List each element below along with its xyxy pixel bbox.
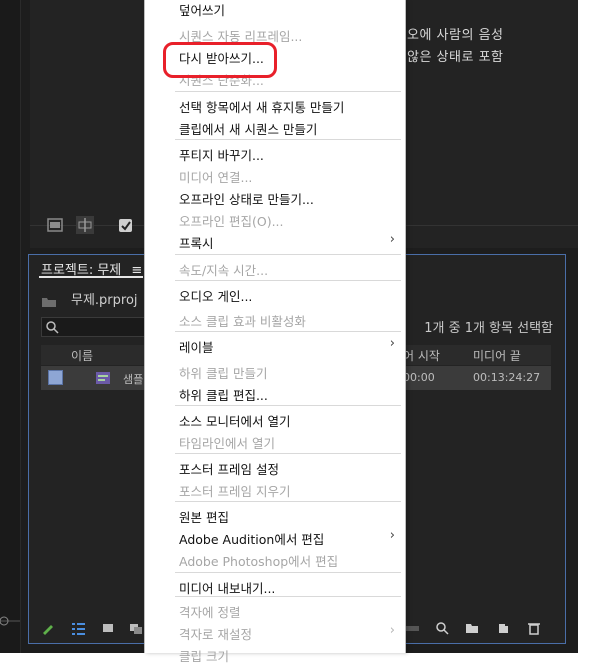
menu-item-label: 하위 클립 편집... xyxy=(179,388,268,403)
insert-icon[interactable] xyxy=(46,216,64,234)
menu-item-label: 하위 클립 만들기 xyxy=(179,366,268,381)
menu-item[interactable]: 오프라인 상태로 만들기... xyxy=(145,187,405,207)
menu-item-label: 속도/지속 시간... xyxy=(179,263,269,278)
menu-item-label: 미디어 연결... xyxy=(179,170,253,185)
label-color-chip xyxy=(48,370,63,385)
menu-item[interactable]: 푸티지 바꾸기... xyxy=(145,143,405,163)
zoom-slider-handle[interactable] xyxy=(0,612,20,630)
menu-separator xyxy=(175,501,401,502)
menu-item-label: 푸티지 바꾸기... xyxy=(179,148,264,163)
menu-item[interactable]: 덮어쓰기 xyxy=(145,0,405,18)
menu-item: Adobe Photoshop에서 편집 xyxy=(145,549,405,569)
menu-item-label: 미디어 내보내기... xyxy=(179,581,276,596)
menu-item-label: 소스 클립 효과 비활성화 xyxy=(179,314,306,329)
menu-item[interactable]: 미디어 내보내기... xyxy=(145,576,405,596)
left-panel-strip xyxy=(0,0,21,653)
menu-item[interactable]: 원본 편집 xyxy=(145,505,405,525)
new-bin-icon[interactable] xyxy=(465,621,479,635)
menu-item[interactable]: 프록시 › xyxy=(145,231,405,251)
search-icon xyxy=(46,321,59,334)
menu-item: 격자에 정렬 xyxy=(145,600,405,620)
menu-item: 클립 크기 xyxy=(145,644,405,664)
row-name: 샘플 xyxy=(123,373,144,386)
icon-view-icon[interactable] xyxy=(101,621,115,635)
submenu-arrow-icon: › xyxy=(389,623,395,638)
pencil-icon[interactable] xyxy=(41,621,55,635)
menu-item[interactable]: 선택 항목에서 새 휴지통 만들기 xyxy=(145,95,405,115)
menu-item[interactable]: 레이블 › xyxy=(145,335,405,355)
menu-item: 타임라인에서 열기 xyxy=(145,431,405,451)
menu-item[interactable]: 오디오 게인... xyxy=(145,284,405,304)
menu-item-label: Adobe Audition에서 편집 xyxy=(179,532,325,547)
menu-item-label: 선택 항목에서 새 휴지통 만들기 xyxy=(179,100,345,115)
checkbox-icon[interactable] xyxy=(118,218,136,236)
menu-separator xyxy=(175,91,401,92)
menu-item-label: 소스 모니터에서 열기 xyxy=(179,414,291,429)
submenu-arrow-icon: › xyxy=(389,336,395,351)
menu-item: 오프라인 편집(O)... xyxy=(145,209,405,229)
monitor-caption-line2: 않은 상태로 포함 xyxy=(407,50,504,65)
menu-item-label: 프록시 xyxy=(179,236,214,251)
submenu-arrow-icon: › xyxy=(389,232,395,247)
menu-item-label: 오프라인 편집(O)... xyxy=(179,214,284,229)
column-media-start[interactable]: 어 시작 xyxy=(403,347,440,364)
menu-item-label: 오프라인 상태로 만들기... xyxy=(179,192,314,207)
menu-item-label: 포스터 프레임 설정 xyxy=(179,462,279,477)
menu-item-label: 격자에 정렬 xyxy=(179,605,241,620)
menu-item[interactable]: 소스 모니터에서 열기 xyxy=(145,409,405,429)
menu-item-label: 레이블 xyxy=(179,340,214,355)
find-icon[interactable] xyxy=(435,621,449,635)
menu-item-label: 격자로 재설정 xyxy=(179,627,252,642)
zoom-track-icon[interactable] xyxy=(405,621,419,635)
menu-separator xyxy=(175,139,401,140)
menu-item-label: 포스터 프레임 지우기 xyxy=(179,484,291,499)
menu-separator xyxy=(175,254,401,255)
menu-item-label: 원본 편집 xyxy=(179,510,229,525)
trash-icon[interactable] xyxy=(527,621,541,635)
column-name[interactable]: 이름 xyxy=(71,347,93,364)
menu-item-label: Adobe Photoshop에서 편집 xyxy=(179,554,339,569)
menu-item-label: 타임라인에서 열기 xyxy=(179,436,275,451)
parent-folder-icon[interactable] xyxy=(41,293,57,312)
highlight-annotation xyxy=(163,42,277,78)
menu-item: 시퀀스 자동 리프레임... xyxy=(145,24,405,44)
selection-status: 1개 중 1개 항목 선택함 xyxy=(424,321,553,336)
search-input[interactable] xyxy=(41,317,153,337)
menu-separator xyxy=(175,405,401,406)
menu-separator xyxy=(175,572,401,573)
sequence-icon xyxy=(96,372,110,384)
menu-item-label: 클립 크기 xyxy=(179,649,229,664)
menu-separator xyxy=(175,331,401,332)
menu-item: 소스 클립 효과 비활성화 xyxy=(145,309,405,329)
menu-item: 포스터 프레임 지우기 xyxy=(145,479,405,499)
menu-item-label: 오디오 게인... xyxy=(179,289,253,304)
menu-item[interactable]: 포스터 프레임 설정 xyxy=(145,457,405,477)
menu-separator xyxy=(175,280,401,281)
project-file-name: 무제.prproj xyxy=(71,293,138,308)
row-media-start: 00:00 xyxy=(403,371,435,384)
column-media-end[interactable]: 미디어 끝 xyxy=(473,347,521,364)
row-media-end: 00:13:24:27 xyxy=(473,371,541,384)
menu-item-label: 덮어쓰기 xyxy=(179,3,226,18)
menu-item: 미디어 연결... xyxy=(145,165,405,185)
menu-item: 격자로 재설정 › xyxy=(145,622,405,642)
list-view-icon[interactable] xyxy=(71,621,85,635)
menu-separator xyxy=(175,453,401,454)
menu-item[interactable]: 클립에서 새 시퀀스 만들기 xyxy=(145,117,405,137)
new-item-icon[interactable] xyxy=(497,621,511,635)
active-tab-underline xyxy=(39,276,143,278)
menu-item[interactable]: 하위 클립 편집... xyxy=(145,383,405,403)
context-menu: 덮어쓰기 시퀀스 자동 리프레임... 다시 받아쓰기... 시퀀스 단순화... 선택… xyxy=(144,0,406,664)
monitor-caption-line1: 오에 사람의 음성 xyxy=(407,28,504,43)
menu-item[interactable]: Adobe Audition에서 편집 › xyxy=(145,527,405,547)
menu-item: 하위 클립 만들기 xyxy=(145,361,405,381)
freeform-view-icon[interactable] xyxy=(129,621,143,635)
overwrite-icon[interactable] xyxy=(76,216,94,234)
menu-item: 속도/지속 시간... xyxy=(145,258,405,278)
submenu-arrow-icon: › xyxy=(389,528,395,543)
menu-item-label: 클립에서 새 시퀀스 만들기 xyxy=(179,122,318,137)
